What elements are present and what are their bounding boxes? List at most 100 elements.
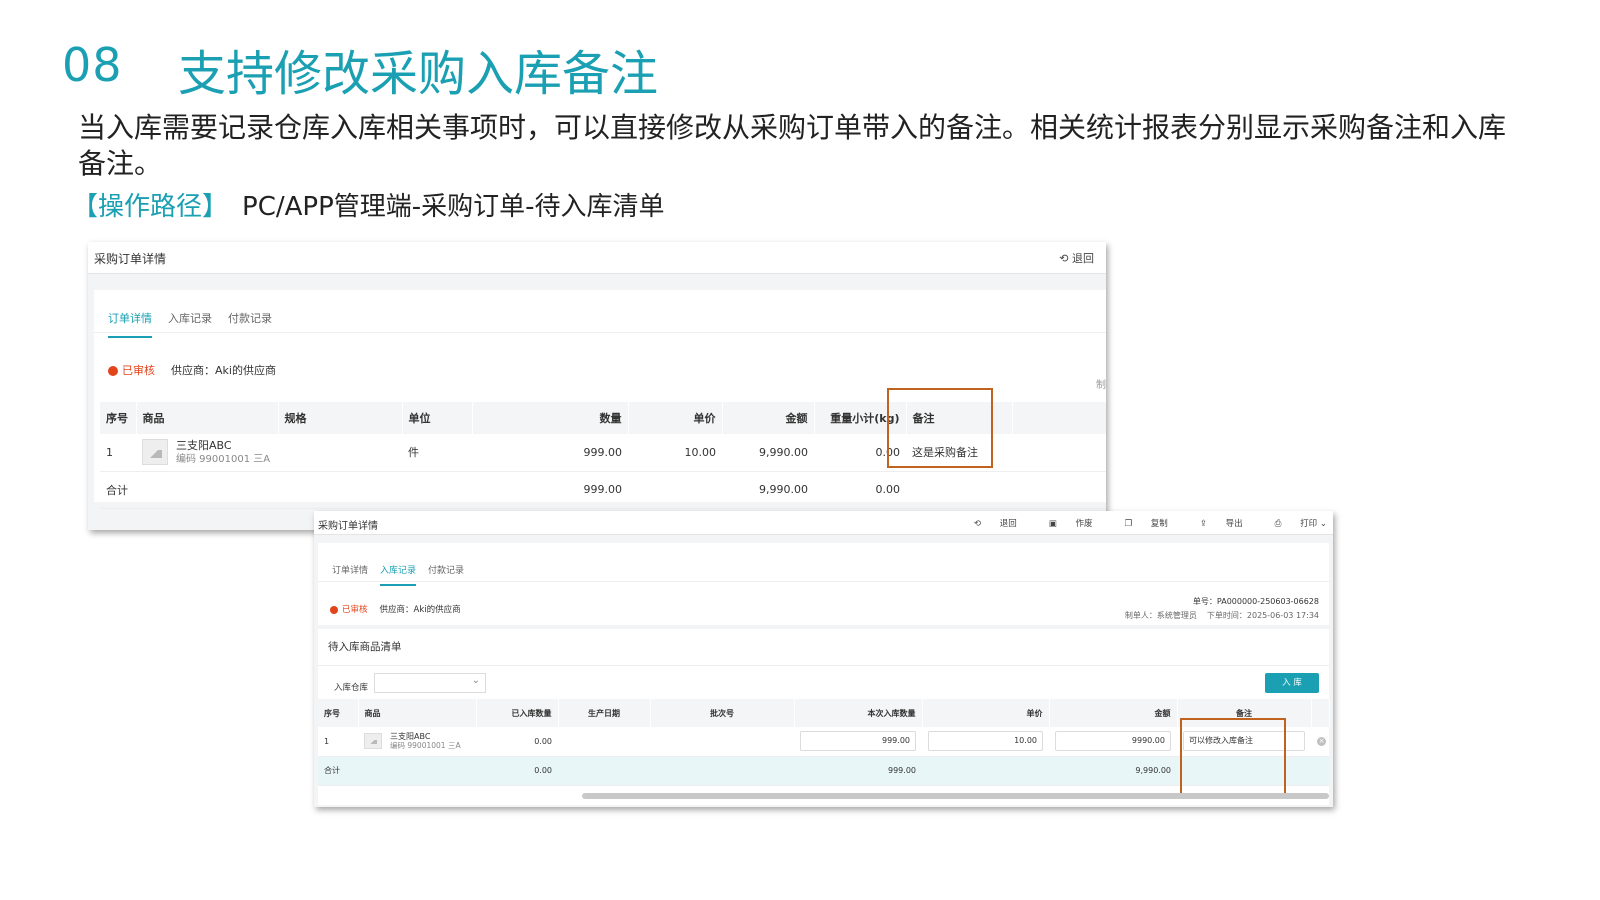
order-card: 订单详情 入库记录 付款记录 已审核 供应商：Aki的供应商 制 序号 商品 规格 (94, 290, 1106, 509)
panel-title: 采购订单详情 (318, 521, 378, 532)
table-row: 1 三支阳ABC 编码 99001001 三A 0.00 999.00 10.00… (318, 727, 1329, 757)
tab-order-detail[interactable]: 订单详情 (108, 310, 152, 338)
void-button[interactable]: ▣ 作废 (1033, 517, 1093, 529)
tab-stock-in-records[interactable]: 入库记录 (168, 310, 212, 338)
cell-amount: 9990.00 (1049, 727, 1177, 757)
copy-label: 复制 (1150, 519, 1168, 529)
purchase-order-screenshot: 采购订单详情 ⟲ 退回 订单详情 入库记录 付款记录 已审核 供应商：Aki的供应… (88, 242, 1106, 530)
back-button[interactable]: ⟲ 退回 (1059, 250, 1094, 266)
product-code: 编码 99001001 三A (176, 453, 271, 465)
table-total-row: 合计 0.00 999.00 9,990.00 (318, 756, 1329, 786)
cell-product: 三支阳ABC 编码 99001001 三A (136, 434, 278, 472)
pending-list-card: 待入库商品清单 入库仓库 入 库 序号 商品 已入库数量 生产日期 批次号 本次… (318, 629, 1330, 805)
toolbar: ⟲ 退回 ▣ 作废 ❐ 复制 ⇪ 导出 ⎙ 打印 ⌄ (942, 517, 1327, 529)
horizontal-scrollbar[interactable] (582, 793, 1329, 799)
order-creator-line: 制单人：系统管理员 下单时间：2025-06-03 17:34 (1125, 609, 1319, 623)
tab-order-detail[interactable]: 订单详情 (332, 563, 368, 586)
col-unit: 单位 (402, 402, 473, 434)
warehouse-select[interactable] (374, 673, 486, 693)
amount-input[interactable]: 9990.00 (1055, 731, 1171, 752)
order-creator: 制单人：系统管理员 (1124, 611, 1197, 620)
col-stocked: 已入库数量 (476, 699, 559, 727)
section-title: 待入库商品清单 (328, 641, 402, 653)
copy-icon: ❐ (1124, 519, 1133, 529)
cell-unit: 件 (402, 434, 472, 472)
export-button[interactable]: ⇪ 导出 (1184, 517, 1243, 529)
status-icon (330, 605, 338, 614)
cell-batch[interactable] (650, 727, 794, 757)
total-price (922, 756, 1049, 786)
product-info: 三支阳ABC 编码 99001001 三A (390, 732, 461, 751)
col-filler (1311, 699, 1330, 727)
total-stocked: 0.00 (476, 756, 558, 786)
order-meta: 单号：PA000000-250603-06628 制单人：系统管理员 下单时间：2… (1125, 595, 1319, 623)
tab-divider (318, 581, 1329, 582)
copy-button[interactable]: ❐ 复制 (1108, 517, 1167, 529)
detail-tabs: 订单详情 入库记录 付款记录 (108, 310, 288, 338)
clear-icon[interactable]: × (1317, 737, 1326, 747)
tab-stock-in-records[interactable]: 入库记录 (380, 563, 417, 586)
cell-stocked: 0.00 (476, 727, 558, 757)
export-label: 导出 (1225, 519, 1243, 529)
image-placeholder-icon (142, 439, 168, 466)
order-status-line: 已审核 供应商：Aki的供应商 (330, 603, 461, 615)
pending-stock-in-screenshot: 采购订单详情 ⟲ 退回 ▣ 作废 ❐ 复制 ⇪ 导出 ⎙ 打印 ⌄ 订单详情 入… (314, 511, 1333, 807)
section-divider (318, 665, 1329, 666)
col-amount: 金额 (1049, 699, 1178, 727)
total-batch (650, 756, 794, 786)
col-index: 序号 (318, 699, 359, 727)
tab-payment-records[interactable]: 付款记录 (228, 310, 272, 338)
detail-tabs: 订单详情 入库记录 付款记录 (332, 563, 476, 586)
col-index: 序号 (100, 402, 137, 434)
cell-prod-date[interactable] (558, 727, 650, 757)
col-qty: 数量 (472, 402, 629, 434)
price-input[interactable]: 10.00 (928, 731, 1043, 752)
warehouse-label: 入库仓库 (334, 683, 369, 693)
panel-header: 采购订单详情 ⟲ 退回 (88, 242, 1106, 274)
total-qty: 999.00 (472, 471, 628, 509)
truncated-text: 制 (1096, 380, 1106, 391)
cell-amount: 9,990.00 (722, 434, 814, 472)
print-button[interactable]: ⎙ 打印 ⌄ (1259, 517, 1327, 529)
slide-description: 当入库需要记录仓库入库相关事项时，可以直接修改从采购订单带入的备注。相关统计报表… (78, 111, 1507, 180)
undo-icon: ⟲ (1059, 252, 1069, 265)
panel-title: 采购订单详情 (94, 252, 167, 266)
table-total-row: 合计 999.00 9,990.00 0.00 (100, 471, 1106, 509)
supplier-text: 供应商：Aki的供应商 (171, 364, 276, 377)
total-filler (1311, 756, 1329, 786)
status-badge: 已审核 (342, 605, 368, 615)
tab-payment-records[interactable]: 付款记录 (428, 563, 464, 586)
col-product: 商品 (358, 699, 477, 727)
table-header-row: 序号 商品 已入库数量 生产日期 批次号 本次入库数量 单价 金额 备注 (318, 699, 1330, 727)
print-label: 打印 ⌄ (1300, 519, 1327, 529)
cell-index: 1 (100, 434, 136, 472)
cell-filler (1012, 434, 1106, 472)
total-remark (906, 471, 1012, 509)
col-product: 商品 (136, 402, 279, 434)
slide-number: 08 (62, 38, 123, 92)
back-button[interactable]: ⟲ 退回 (958, 517, 1017, 529)
cell-product: 三支阳ABC 编码 99001001 三A (358, 727, 476, 757)
remark-highlight-box (887, 388, 993, 468)
order-card: 订单详情 入库记录 付款记录 已审核 供应商：Aki的供应商 单号：PA00000… (318, 543, 1329, 625)
cell-price: 10.00 (922, 727, 1049, 757)
print-icon: ⎙ (1274, 519, 1282, 529)
cell-price: 10.00 (628, 434, 722, 472)
tab-divider (94, 332, 1106, 333)
order-status-line: 已审核 供应商：Aki的供应商 (108, 362, 276, 378)
operation-path-label: 【操作路径】 (72, 192, 229, 222)
col-amount: 金额 (722, 402, 815, 434)
this-qty-input[interactable]: 999.00 (800, 731, 916, 752)
order-number: 单号：PA000000-250603-06628 (1192, 597, 1319, 606)
product-code: 编码 99001001 三A (390, 741, 461, 751)
undo-icon: ⟲ (973, 519, 981, 529)
total-weight: 0.00 (814, 471, 906, 509)
col-this-qty: 本次入库数量 (794, 699, 923, 727)
col-price: 单价 (922, 699, 1050, 727)
order-time: 下单时间：2025-06-03 17:34 (1206, 611, 1319, 620)
total-filler (1012, 471, 1106, 509)
stock-in-button[interactable]: 入 库 (1265, 673, 1319, 693)
slide-title: 支持修改采购入库备注 (178, 46, 659, 102)
remark-highlight-box (1180, 718, 1286, 798)
product-info: 三支阳ABC 编码 99001001 三A (176, 439, 270, 466)
